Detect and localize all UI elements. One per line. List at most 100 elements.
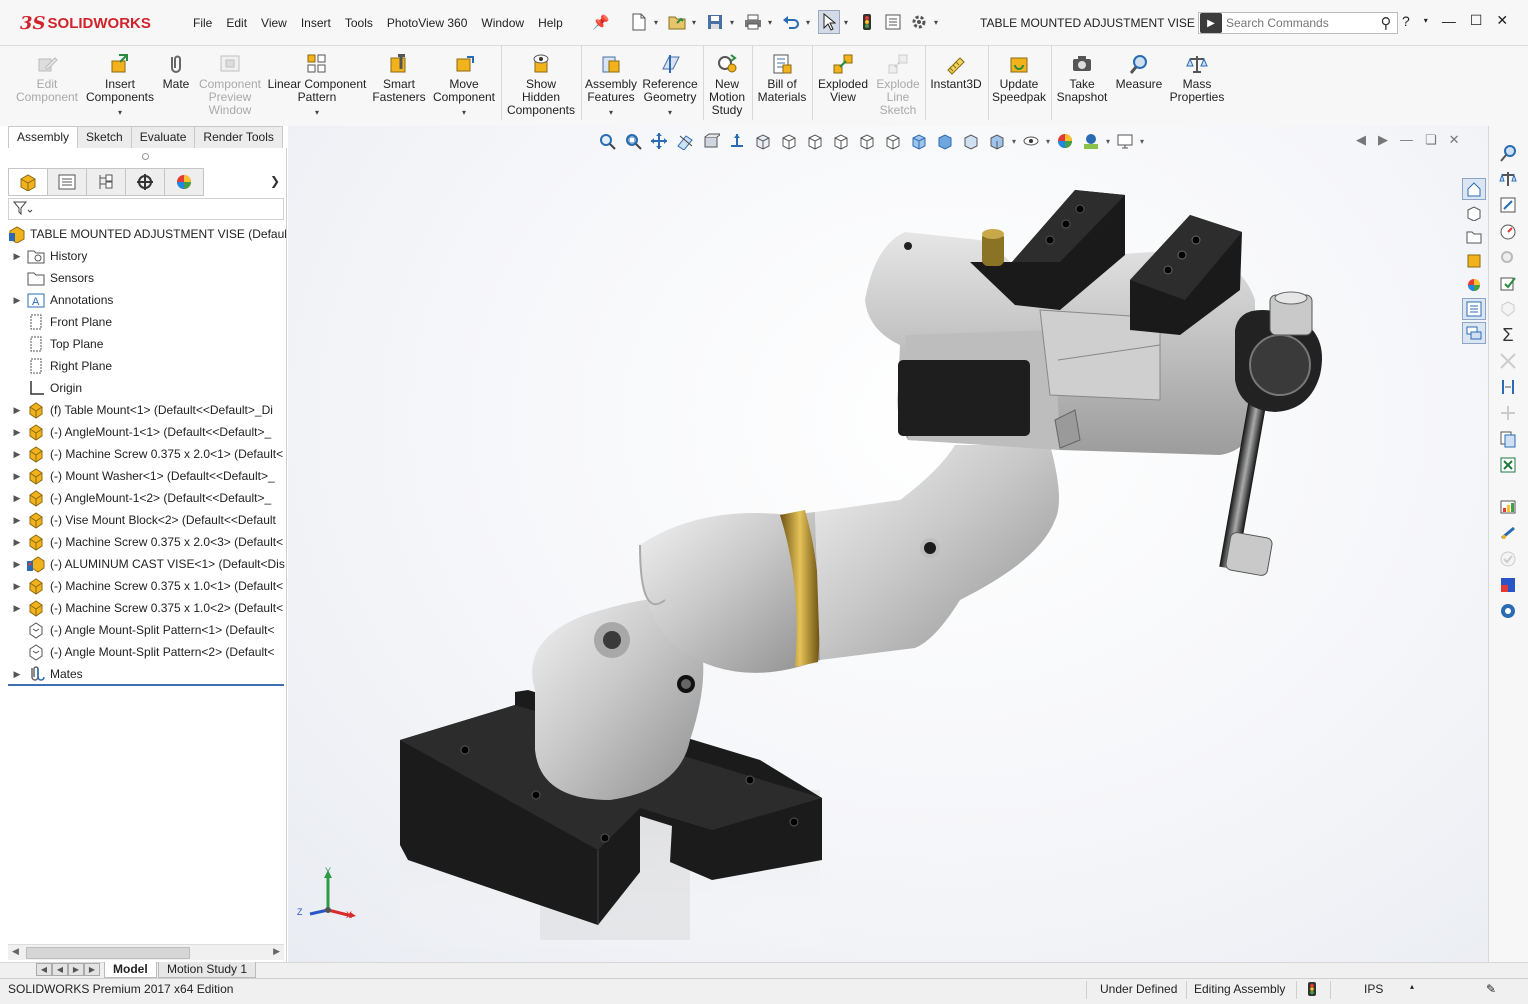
menu-window[interactable]: Window	[474, 14, 531, 32]
home-view-icon[interactable]	[1462, 178, 1486, 200]
expand-arrow-icon[interactable]: ▶	[8, 559, 26, 570]
zoom-to-area-icon[interactable]	[622, 130, 644, 152]
sustainability-icon[interactable]	[1497, 600, 1519, 622]
tree-item[interactable]: Front Plane	[8, 311, 286, 333]
tree-item[interactable]: ▶ (-) Machine Screw 0.375 x 1.0<2> (Defau…	[8, 597, 286, 619]
zoom-to-fit-icon[interactable]	[596, 130, 618, 152]
apply-scene-icon[interactable]	[1080, 130, 1102, 152]
property-manager-tab-icon[interactable]	[47, 168, 87, 196]
chevron-down-icon[interactable]: ▾	[1140, 137, 1144, 146]
smart-fasteners-button[interactable]: Smart Fasteners	[368, 46, 430, 124]
pane-splitter-handle[interactable]	[142, 153, 149, 160]
tree-item[interactable]: Right Plane	[8, 355, 286, 377]
expand-arrow-icon[interactable]: ▶	[8, 295, 26, 306]
folder-icon[interactable]	[1462, 226, 1486, 248]
tree-item[interactable]: Top Plane	[8, 333, 286, 355]
forum-icon[interactable]	[1462, 322, 1486, 344]
explode-line-sketch-button[interactable]: Explode Line Sketch	[872, 46, 924, 124]
chevron-down-icon[interactable]: ▾	[844, 18, 852, 27]
assembly-features-button[interactable]: Assembly Features ▾	[584, 46, 638, 124]
search-commands-box[interactable]: ▶ Search Commands ⚲	[1198, 12, 1398, 34]
tree-item[interactable]: ▶ (-) Machine Screw 0.375 x 2.0<3> (Defau…	[8, 531, 286, 553]
costing-icon[interactable]	[1497, 574, 1519, 596]
sketch-icon[interactable]	[1497, 194, 1519, 216]
reference-geometry-button[interactable]: Reference Geometry ▾	[640, 46, 700, 124]
move-component-button[interactable]: Move Component ▾	[430, 46, 498, 124]
tab-render-tools[interactable]: Render Tools	[194, 126, 283, 148]
graphics-area[interactable]: Y X Z	[288, 126, 1488, 962]
viewport-previous-icon[interactable]: ◀	[1356, 132, 1366, 148]
rebuild-traffic-light-icon[interactable]	[856, 10, 878, 34]
status-units[interactable]: IPS	[1364, 982, 1383, 996]
view-settings-icon[interactable]	[986, 130, 1008, 152]
shaded-display-icon[interactable]	[934, 130, 956, 152]
scroll-left-arrow-icon[interactable]: ◀	[12, 946, 19, 957]
chevron-down-icon[interactable]: ▾	[654, 18, 662, 27]
last-tab-arrow-icon[interactable]: ▶	[84, 963, 100, 976]
rebuild-status-icon[interactable]	[1308, 982, 1316, 999]
filter-funnel-icon[interactable]	[12, 201, 33, 218]
minimize-button[interactable]: —	[1442, 13, 1456, 29]
pin-menu-icon[interactable]: 📌	[592, 14, 609, 31]
previous-view-icon[interactable]	[648, 130, 670, 152]
expand-arrow-icon[interactable]: ▶	[8, 581, 26, 592]
help-icon[interactable]: ?	[1402, 13, 1410, 29]
measure-button[interactable]: Measure	[1112, 46, 1166, 124]
cube-back-icon[interactable]	[778, 130, 800, 152]
open-document-icon[interactable]	[666, 10, 688, 34]
appearances-icon[interactable]	[1462, 274, 1486, 296]
check-feature-icon[interactable]	[1497, 272, 1519, 294]
expand-arrow-icon[interactable]: ▶	[8, 405, 26, 416]
expand-arrow-icon[interactable]: ▶	[8, 603, 26, 614]
isometric-view-icon[interactable]	[908, 130, 930, 152]
customize-toolbar-icon[interactable]: ✎	[1486, 982, 1496, 996]
chevron-down-icon[interactable]: ▾	[668, 106, 672, 119]
chevron-down-icon[interactable]: ▾	[806, 18, 814, 27]
hide-show-items-icon[interactable]	[1020, 130, 1042, 152]
show-hidden-components-button[interactable]: Show Hidden Components	[504, 46, 578, 124]
tab-assembly[interactable]: Assembly	[8, 126, 79, 148]
tree-item[interactable]: ▶ (-) ALUMINUM CAST VISE<1> (Default<Dis	[8, 553, 286, 575]
viewport-restore-button[interactable]: ❏	[1425, 132, 1437, 148]
command-search-icon[interactable]: ▶	[1200, 13, 1222, 33]
dynamic-annotation-icon[interactable]	[700, 130, 722, 152]
file-properties-icon[interactable]	[882, 10, 904, 34]
tree-item[interactable]: ▶ (-) AngleMount-1<2> (Default<<Default>_	[8, 487, 286, 509]
scroll-right-arrow-icon[interactable]: ▶	[273, 946, 280, 957]
chevron-down-icon[interactable]: ▾	[1106, 137, 1110, 146]
menu-help[interactable]: Help	[531, 14, 570, 32]
edit-component-button[interactable]: Edit Component	[12, 46, 82, 124]
sigma-equations-icon[interactable]: Σ	[1497, 324, 1519, 346]
search-icon[interactable]: ⚲	[1375, 14, 1397, 32]
instant3d-button[interactable]: Instant3D	[928, 46, 984, 124]
chevron-down-icon[interactable]: ▾	[692, 18, 700, 27]
tree-item[interactable]: Origin	[8, 377, 286, 399]
cube-top-icon[interactable]	[856, 130, 878, 152]
tree-item[interactable]: (-) Angle Mount-Split Pattern<1> (Defaul…	[8, 619, 286, 641]
tree-item[interactable]: ▶ (-) Mount Washer<1> (Default<<Default>_	[8, 465, 286, 487]
chevron-down-icon[interactable]: ▾	[118, 106, 122, 119]
menu-file[interactable]: File	[186, 14, 219, 32]
chevron-down-icon[interactable]: ▾	[315, 106, 319, 119]
clearance-icon[interactable]	[1497, 376, 1519, 398]
menu-insert[interactable]: Insert	[294, 14, 338, 32]
chevron-down-icon[interactable]: ▾	[768, 18, 776, 27]
vise-model-render[interactable]	[288, 126, 1488, 962]
chevron-right-icon[interactable]: ❯	[270, 174, 280, 188]
edit-appearance-icon[interactable]	[1054, 130, 1076, 152]
tree-item[interactable]: ▶ (-) Machine Screw 0.375 x 2.0<1> (Defau…	[8, 443, 286, 465]
chevron-down-icon[interactable]: ▾	[609, 106, 613, 119]
tree-item[interactable]: Sensors	[8, 267, 286, 289]
viewport-minimize-button[interactable]: —	[1400, 132, 1413, 148]
chevron-down-icon[interactable]: ▾	[1012, 137, 1016, 146]
compare-documents-icon[interactable]	[1497, 428, 1519, 450]
viewport-next-icon[interactable]: ▶	[1378, 132, 1388, 148]
rollback-bar[interactable]	[8, 684, 284, 686]
expand-arrow-icon[interactable]: ▶	[8, 669, 26, 680]
maximize-button[interactable]: ☐	[1470, 12, 1483, 29]
expand-arrow-icon[interactable]: ▶	[8, 493, 26, 504]
cube-right-icon[interactable]	[830, 130, 852, 152]
motion-gray-icon[interactable]	[1497, 246, 1519, 268]
tab-model[interactable]: Model	[104, 962, 157, 978]
chevron-down-icon[interactable]: ▾	[1046, 137, 1050, 146]
